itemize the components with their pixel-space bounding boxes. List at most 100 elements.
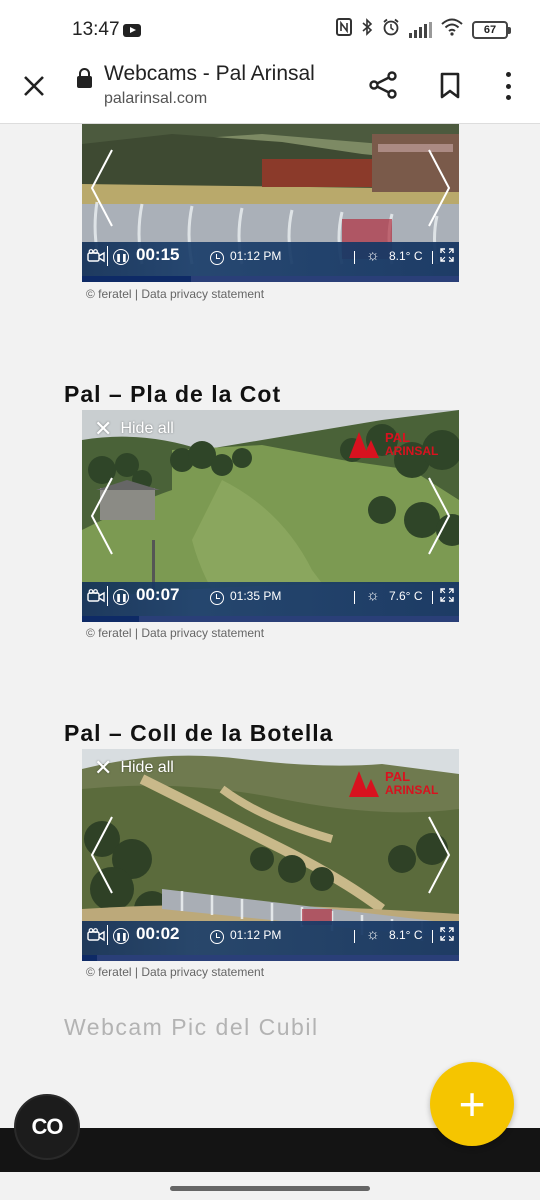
progress-fill xyxy=(82,276,192,282)
progress-track[interactable] xyxy=(82,955,459,961)
chevron-left-icon xyxy=(90,477,113,555)
hide-all-label: Hide all xyxy=(120,759,174,776)
fullscreen-icon xyxy=(440,248,454,262)
previous-image-button[interactable] xyxy=(90,476,114,555)
previous-image-button[interactable] xyxy=(90,815,114,894)
capture-time: 01:12 PM xyxy=(230,928,282,942)
bookmark-icon xyxy=(440,72,460,99)
more-dot xyxy=(505,95,511,100)
overflow-menu-button[interactable] xyxy=(498,70,518,102)
nfc-icon xyxy=(336,18,352,41)
fullscreen-icon xyxy=(440,588,454,602)
pause-button[interactable]: ❚❚ xyxy=(113,249,129,265)
capture-time: 01:35 PM xyxy=(230,589,282,603)
close-icon xyxy=(24,76,44,96)
close-icon: ✕ xyxy=(94,755,113,780)
home-indicator[interactable] xyxy=(170,1186,370,1191)
webcam-player[interactable]: ✕ Hide all PAL ARINSAL ❚❚ 00:07 01:35 PM… xyxy=(82,410,459,622)
svg-text:PAL: PAL xyxy=(385,769,410,784)
divider xyxy=(432,930,433,943)
weather-thermometer-icon: ☼ xyxy=(366,926,380,943)
lock-icon xyxy=(77,68,92,88)
more-dot xyxy=(505,72,511,77)
temperature: 8.1° C xyxy=(389,249,423,263)
status-icons: 67 xyxy=(336,18,511,41)
temperature: 8.1° C xyxy=(389,928,423,942)
co-floating-button[interactable]: CO xyxy=(14,1094,80,1160)
svg-text:ARINSAL: ARINSAL xyxy=(385,444,438,458)
svg-text:ARINSAL: ARINSAL xyxy=(385,783,438,797)
webcam-player[interactable]: ✕ Hide all PAL ARINSAL ❚❚ 00:02 01:12 PM… xyxy=(82,749,459,961)
more-dot xyxy=(505,83,511,89)
chevron-left-icon xyxy=(90,149,113,227)
progress-track[interactable] xyxy=(82,276,459,282)
video-camera-icon[interactable] xyxy=(87,589,105,603)
temperature: 7.6° C xyxy=(389,589,423,603)
chevron-left-icon xyxy=(90,816,113,894)
share-icon xyxy=(369,71,397,99)
previous-image-button[interactable] xyxy=(90,148,114,227)
clock-icon xyxy=(210,930,224,944)
divider xyxy=(432,251,433,264)
playback-timer: 00:02 xyxy=(136,924,180,943)
pause-button[interactable]: ❚❚ xyxy=(113,589,129,605)
weather-thermometer-icon: ☼ xyxy=(366,247,380,264)
browser-toolbar: Webcams - Pal Arinsal palarinsal.com xyxy=(0,58,540,124)
webcam-credit[interactable]: © feratel | Data privacy statement xyxy=(86,626,264,640)
webcam-control-bar: ❚❚ 00:15 01:12 PM ☼ 8.1° C xyxy=(82,242,459,282)
webcam-credit[interactable]: © feratel | Data privacy statement xyxy=(86,965,264,979)
chevron-right-icon xyxy=(428,477,451,555)
wifi-icon xyxy=(441,18,463,41)
video-camera-icon[interactable] xyxy=(87,928,105,942)
svg-text:PAL: PAL xyxy=(385,430,410,445)
webcam-player[interactable]: ❚❚ 00:15 01:12 PM ☼ 8.1° C xyxy=(82,124,459,282)
progress-fill xyxy=(82,616,139,622)
pause-button[interactable]: ❚❚ xyxy=(113,928,129,944)
hide-all-label: Hide all xyxy=(120,420,174,437)
section-heading: Webcam Pic del Cubil xyxy=(64,1014,319,1040)
playback-timer: 00:07 xyxy=(136,585,180,604)
battery-indicator: 67 xyxy=(472,20,511,39)
webcam-title: Pal – Coll de la Botella xyxy=(64,720,334,746)
playback-timer: 00:15 xyxy=(136,245,180,264)
weather-thermometer-icon: ☼ xyxy=(366,587,380,604)
hide-all-button[interactable]: ✕ Hide all xyxy=(94,416,174,441)
video-camera-icon[interactable] xyxy=(87,249,105,263)
status-bar: 13:47 67 xyxy=(0,0,540,58)
next-image-button[interactable] xyxy=(427,815,451,894)
divider xyxy=(354,251,355,264)
clock-icon xyxy=(210,591,224,605)
fullscreen-button[interactable] xyxy=(440,588,454,602)
next-image-button[interactable] xyxy=(427,148,451,227)
page-title: Webcams - Pal Arinsal xyxy=(104,62,315,85)
chevron-right-icon xyxy=(428,816,451,894)
pal-arinsal-logo: PAL ARINSAL xyxy=(349,769,438,797)
close-button[interactable] xyxy=(18,70,50,102)
fullscreen-icon xyxy=(440,927,454,941)
fullscreen-button[interactable] xyxy=(440,248,454,262)
webcam-control-bar: ❚❚ 00:07 01:35 PM ☼ 7.6° C xyxy=(82,582,459,622)
hide-all-button[interactable]: ✕ Hide all xyxy=(94,755,174,780)
fullscreen-button[interactable] xyxy=(440,927,454,941)
progress-track[interactable] xyxy=(82,616,459,622)
youtube-notification-icon xyxy=(123,24,141,37)
close-icon: ✕ xyxy=(94,416,113,441)
divider xyxy=(107,246,108,266)
divider xyxy=(354,930,355,943)
webcam-credit[interactable]: © feratel | Data privacy statement xyxy=(86,287,264,301)
pal-arinsal-logo: PAL ARINSAL xyxy=(349,430,438,458)
bookmark-button[interactable] xyxy=(436,68,464,102)
chevron-right-icon xyxy=(428,149,451,227)
bluetooth-icon xyxy=(361,18,373,41)
divider xyxy=(354,591,355,604)
add-floating-button[interactable]: + xyxy=(430,1062,514,1146)
clock-icon xyxy=(210,251,224,265)
alarm-icon xyxy=(382,18,400,41)
capture-time: 01:12 PM xyxy=(230,249,282,263)
divider xyxy=(107,925,108,945)
page-url[interactable]: palarinsal.com xyxy=(104,90,207,108)
next-image-button[interactable] xyxy=(427,476,451,555)
cellular-signal-icon xyxy=(409,21,432,38)
progress-fill xyxy=(82,955,98,961)
share-button[interactable] xyxy=(366,68,400,102)
